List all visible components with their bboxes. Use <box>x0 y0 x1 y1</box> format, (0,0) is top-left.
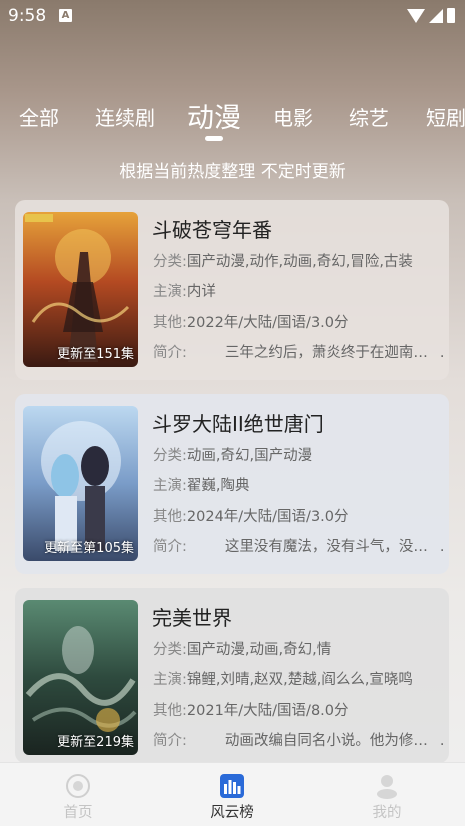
status-icons <box>407 8 455 23</box>
category-line: 分类:国产动漫,动画,奇幻,情 <box>153 642 332 658</box>
episode-badge: 更新至第105集 <box>44 541 134 556</box>
list-item[interactable]: 更新至151集 斗破苍穹年番 分类:国产动漫,动作,动画,奇幻,冒险,古装 主演… <box>15 200 449 380</box>
nav-rank[interactable]: 风云榜 <box>192 773 272 822</box>
home-icon <box>66 774 90 798</box>
category-line: 分类:动画,奇幻,国产动漫 <box>153 448 313 464</box>
cast-line: 主演:内详 <box>153 284 216 300</box>
category-line: 分类:国产动漫,动作,动画,奇幻,冒险,古装 <box>153 254 413 270</box>
status-time: 9:58 <box>8 6 47 26</box>
other-line: 其他:2022年/大陆/国语/3.0分 <box>153 315 349 331</box>
show-title: 斗破苍穹年番 <box>152 218 272 242</box>
list-item[interactable]: 更新至219集 完美世界 分类:国产动漫,动画,奇幻,情 主演:锦鲤,刘晴,赵双… <box>15 588 449 763</box>
nav-home[interactable]: 首页 <box>38 773 118 822</box>
show-title: 斗罗大陆II绝世唐门 <box>152 412 324 436</box>
tab-anime[interactable]: 动漫 <box>187 96 241 135</box>
nav-mine[interactable]: 我的 <box>347 773 427 822</box>
notification-icon: A <box>59 9 72 22</box>
other-line: 其他:2024年/大陆/国语/3.0分 <box>153 509 349 525</box>
ranking-subtitle: 根据当前热度整理 不定时更新 <box>119 162 346 182</box>
intro-line: 简介:这里没有魔法，没有斗气，没有武术... <box>153 539 443 555</box>
show-title: 完美世界 <box>152 606 232 630</box>
nav-home-label: 首页 <box>63 805 93 821</box>
ranking-chart-icon <box>220 774 244 798</box>
nav-mine-label: 我的 <box>372 805 402 821</box>
tab-all[interactable]: 全部 <box>19 102 59 131</box>
intro-line: 简介:动画改编自同名小说。他为修炼而生... <box>153 733 443 749</box>
nav-rank-label: 风云榜 <box>210 805 254 821</box>
poster-image: 更新至151集 <box>23 212 138 367</box>
bottom-nav: 首页 风云榜 我的 <box>0 762 465 826</box>
other-line: 其他:2021年/大陆/国语/8.0分 <box>153 703 349 719</box>
intro-line: 简介:三年之约后，萧炎终于在迦南学院见到了... <box>153 345 443 361</box>
episode-badge: 更新至151集 <box>57 347 134 362</box>
status-bar: 9:58 A <box>0 0 465 32</box>
battery-icon <box>447 8 455 23</box>
list-item[interactable]: 更新至第105集 斗罗大陆II绝世唐门 分类:动画,奇幻,国产动漫 主演:翟巍,… <box>15 394 449 574</box>
poster-image: 更新至219集 <box>23 600 138 755</box>
user-icon <box>377 775 397 799</box>
tab-series[interactable]: 连续剧 <box>95 102 155 131</box>
tab-variety[interactable]: 综艺 <box>349 102 389 131</box>
signal-icon <box>429 8 443 23</box>
category-tabs: 全部 连续剧 动漫 电影 综艺 短剧 <box>0 96 465 136</box>
poster-image: 更新至第105集 <box>23 406 138 561</box>
tab-movie[interactable]: 电影 <box>273 102 313 131</box>
episode-badge: 更新至219集 <box>57 735 134 750</box>
wifi-icon <box>407 8 425 23</box>
cast-line: 主演:锦鲤,刘晴,赵双,楚越,阎么么,宣晓鸣 <box>153 672 413 688</box>
tab-short-drama[interactable]: 短剧 <box>426 102 465 131</box>
cast-line: 主演:翟巍,陶典 <box>153 478 250 494</box>
active-tab-indicator <box>205 136 223 141</box>
